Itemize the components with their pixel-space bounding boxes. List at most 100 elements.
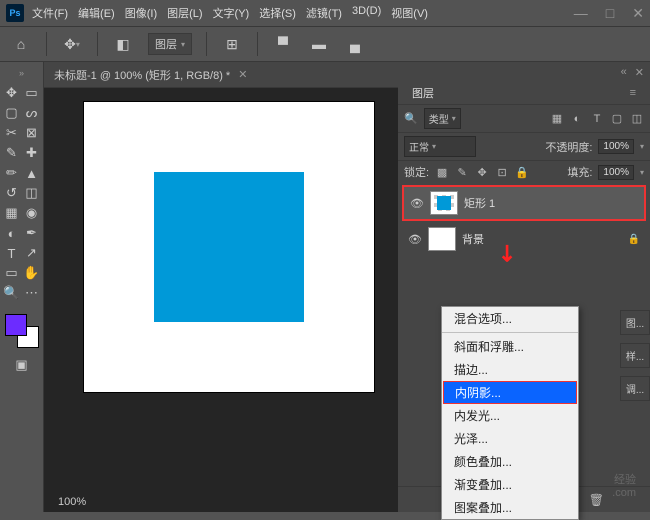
- fx-menu-blending[interactable]: 混合选项...: [442, 307, 578, 330]
- menu-type[interactable]: 文字(Y): [213, 5, 250, 21]
- menu-view[interactable]: 视图(V): [391, 5, 428, 21]
- layer-name[interactable]: 矩形 1: [464, 195, 638, 211]
- move-tool[interactable]: ✥: [3, 84, 21, 102]
- history-brush-tool[interactable]: ↺: [3, 184, 21, 202]
- side-tab-1[interactable]: 图...: [620, 310, 650, 335]
- close-button[interactable]: ✕: [632, 5, 644, 22]
- stamp-tool[interactable]: ▲: [23, 164, 41, 182]
- filter-type-icon[interactable]: T: [590, 112, 604, 126]
- blur-tool[interactable]: ◉: [23, 204, 41, 222]
- foreground-color[interactable]: [5, 314, 27, 336]
- filter-smart-icon[interactable]: ◫: [630, 112, 644, 126]
- lock-trans-icon[interactable]: ▩: [435, 165, 449, 179]
- fx-menu-satin[interactable]: 光泽...: [442, 427, 578, 450]
- fx-context-menu: 混合选项... 斜面和浮雕... 描边... 内阴影... 内发光... 光泽.…: [441, 306, 579, 520]
- shape-rectangle[interactable]: [154, 172, 304, 322]
- collapsed-panel-tabs: 图... 样... 调...: [620, 310, 650, 401]
- filter-adjust-icon[interactable]: ◐: [570, 112, 584, 126]
- watermark: 经验 .com: [612, 474, 636, 500]
- panel-close-icon[interactable]: ✕: [635, 66, 644, 79]
- titlebar: Ps 文件(F) 编辑(E) 图像(I) 图层(L) 文字(Y) 选择(S) 滤…: [0, 0, 650, 26]
- zoom-tool[interactable]: 🔍: [3, 284, 21, 302]
- menu-bar: 文件(F) 编辑(E) 图像(I) 图层(L) 文字(Y) 选择(S) 滤镜(T…: [32, 5, 574, 21]
- rectangle-tool[interactable]: ▭: [3, 264, 21, 282]
- align-top-icon[interactable]: ▀: [272, 33, 294, 55]
- auto-select-icon[interactable]: ◧: [112, 33, 134, 55]
- menu-layer[interactable]: 图层(L): [167, 5, 202, 21]
- path-tool[interactable]: ↗: [23, 244, 41, 262]
- align-bottom-icon[interactable]: ▄: [344, 33, 366, 55]
- quickmask-icon[interactable]: ▣: [13, 356, 31, 374]
- gradient-tool[interactable]: ▦: [3, 204, 21, 222]
- eyedropper-tool[interactable]: ✎: [3, 144, 21, 162]
- layer-name[interactable]: 背景: [462, 231, 622, 247]
- zoom-level[interactable]: 100%: [58, 496, 86, 508]
- brush-tool[interactable]: ✏: [3, 164, 21, 182]
- side-tab-3[interactable]: 调...: [620, 376, 650, 401]
- visibility-icon[interactable]: 👁: [410, 197, 424, 210]
- canvas-area: 未标题-1 @ 100% (矩形 1, RGB/8) * ✕ 100%: [44, 62, 398, 512]
- status-bar: 100%: [44, 492, 100, 512]
- eraser-tool[interactable]: ◫: [23, 184, 41, 202]
- crop-tool[interactable]: ✂: [3, 124, 21, 142]
- lock-all-icon[interactable]: 🔒: [515, 165, 529, 179]
- menu-filter[interactable]: 滤镜(T): [306, 5, 342, 21]
- filter-pixel-icon[interactable]: ▦: [550, 112, 564, 126]
- align-middle-icon[interactable]: ▬: [308, 33, 330, 55]
- filter-type-dropdown[interactable]: 类型▾: [424, 108, 461, 129]
- trash-icon[interactable]: 🗑: [589, 493, 604, 507]
- maximize-button[interactable]: □: [606, 5, 614, 22]
- canvas[interactable]: [84, 102, 374, 392]
- menu-select[interactable]: 选择(S): [259, 5, 296, 21]
- move-icon[interactable]: ✥ ▾: [61, 33, 83, 55]
- layer-select-dropdown[interactable]: 图层▾: [148, 33, 192, 55]
- document-tab[interactable]: 未标题-1 @ 100% (矩形 1, RGB/8) * ✕: [44, 62, 398, 88]
- hand-tool[interactable]: ✋: [23, 264, 41, 282]
- transform-controls-icon[interactable]: ⊞: [221, 33, 243, 55]
- layer-item-shape[interactable]: 👁 矩形 1: [402, 185, 646, 221]
- fx-menu-bevel[interactable]: 斜面和浮雕...: [442, 335, 578, 358]
- menu-image[interactable]: 图像(I): [125, 5, 157, 21]
- type-tool[interactable]: T: [3, 244, 21, 262]
- layers-tab[interactable]: 图层: [404, 83, 442, 103]
- pen-tool[interactable]: ✒: [23, 224, 41, 242]
- fill-value[interactable]: 100%: [598, 165, 634, 180]
- marquee-tool[interactable]: ▢: [3, 104, 21, 122]
- healing-tool[interactable]: ✚: [23, 144, 41, 162]
- lasso-tool[interactable]: ᔕ: [23, 104, 41, 122]
- fx-menu-inner-shadow[interactable]: 内阴影...: [443, 381, 577, 404]
- color-swatches[interactable]: [5, 314, 39, 348]
- document-title: 未标题-1 @ 100% (矩形 1, RGB/8) *: [54, 67, 230, 83]
- blend-mode-dropdown[interactable]: 正常▾: [404, 136, 476, 157]
- lock-pos-icon[interactable]: ✥: [475, 165, 489, 179]
- panel-menu-icon[interactable]: ≡: [622, 85, 644, 101]
- fx-menu-color-overlay[interactable]: 颜色叠加...: [442, 450, 578, 473]
- dodge-tool[interactable]: ◐: [3, 224, 21, 242]
- app-logo: Ps: [6, 4, 24, 22]
- artboard-tool[interactable]: ▭: [23, 84, 41, 102]
- fx-menu-pattern-overlay[interactable]: 图案叠加...: [442, 496, 578, 519]
- fx-menu-inner-glow[interactable]: 内发光...: [442, 404, 578, 427]
- home-icon[interactable]: ⌂: [10, 33, 32, 55]
- visibility-icon[interactable]: 👁: [408, 233, 422, 246]
- lock-artboard-icon[interactable]: ⊡: [495, 165, 509, 179]
- menu-edit[interactable]: 编辑(E): [78, 5, 115, 21]
- layer-thumbnail[interactable]: [430, 191, 458, 215]
- lock-image-icon[interactable]: ✎: [455, 165, 469, 179]
- menu-3d[interactable]: 3D(D): [352, 5, 381, 21]
- fx-menu-stroke[interactable]: 描边...: [442, 358, 578, 381]
- filter-shape-icon[interactable]: ▢: [610, 112, 624, 126]
- more-tools[interactable]: ⋯: [23, 284, 41, 302]
- side-tab-2[interactable]: 样...: [620, 343, 650, 368]
- frame-tool[interactable]: ⊠: [23, 124, 41, 142]
- close-tab-icon[interactable]: ✕: [238, 68, 247, 81]
- opacity-value[interactable]: 100%: [598, 139, 634, 154]
- panel-collapse-icon[interactable]: «: [621, 66, 627, 78]
- layer-thumbnail[interactable]: [428, 227, 456, 251]
- window-controls: — □ ✕: [574, 5, 644, 22]
- fx-menu-gradient-overlay[interactable]: 渐变叠加...: [442, 473, 578, 496]
- minimize-button[interactable]: —: [574, 5, 588, 22]
- menu-file[interactable]: 文件(F): [32, 5, 68, 21]
- layer-item-background[interactable]: 👁 背景 🔒: [402, 223, 646, 255]
- toolbox: » ✥ ▭ ▢ ᔕ ✂ ⊠ ✎ ✚ ✏ ▲ ↺ ◫ ▦ ◉ ◐ ✒ T ↗ ▭ …: [0, 62, 44, 512]
